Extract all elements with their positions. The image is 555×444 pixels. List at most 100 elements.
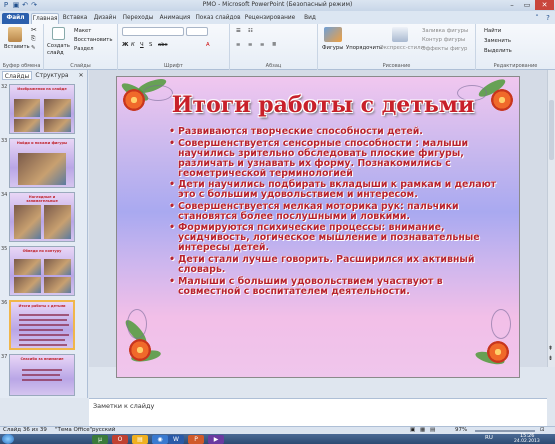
slide-counter: Слайд 36 из 39 (3, 427, 47, 433)
help-icon[interactable]: ? (544, 14, 552, 22)
scroll-thumb[interactable] (549, 100, 554, 160)
maximize-icon[interactable]: ▭ (520, 0, 534, 10)
quick-styles-icon[interactable] (392, 27, 408, 42)
bullet-item: Совершенствуется сенсорные способности :… (169, 138, 504, 179)
strikethrough-icon[interactable]: abc (158, 42, 168, 49)
fit-slide-icon[interactable]: ⊡ (540, 427, 545, 433)
quick-styles-button[interactable]: Экспресс-стили (380, 45, 424, 52)
zoom-slider[interactable] (475, 430, 535, 432)
paste-button[interactable]: Вставить (4, 44, 30, 51)
next-slide-icon[interactable]: ⇟ (548, 355, 553, 362)
font-color-icon[interactable]: A (206, 42, 210, 49)
notes-pane[interactable]: Заметки к слайду (89, 398, 547, 426)
select-button[interactable]: Выделить (484, 48, 512, 55)
new-slide-button[interactable]: Создать слайд (47, 43, 71, 57)
shape-fill-button[interactable]: Заливка фигуры (422, 28, 468, 35)
tab-transitions[interactable]: Переходы (121, 13, 155, 24)
language-indicator[interactable]: русский (92, 427, 115, 433)
zoom-level[interactable]: 97% (455, 427, 467, 433)
tab-animation[interactable]: Анимация (157, 13, 193, 24)
shadow-icon[interactable]: S (149, 42, 152, 49)
rose-icon (491, 89, 513, 111)
taskbar-app-icon[interactable]: ▶ (208, 435, 224, 444)
bullet-item: Дети научились подбирать вкладыши к рамк… (169, 180, 504, 200)
slide-thumbnail-37[interactable]: Спасибо за внимание (9, 354, 75, 396)
windows-taskbar: µ O ▤ ◉ W P ▶ RU 15:26 24.02.2013 (0, 434, 555, 444)
slide-canvas[interactable]: Итоги работы с детьми Развиваются творче… (116, 76, 520, 378)
find-button[interactable]: Найти (484, 28, 501, 35)
underline-icon[interactable]: Ч (140, 42, 144, 49)
paste-icon[interactable] (8, 27, 22, 42)
minimize-ribbon-icon[interactable]: ˄ (533, 14, 541, 22)
bullet-item: Развиваются творческие способности детей… (169, 127, 504, 138)
layout-button[interactable]: Макет (74, 28, 91, 35)
font-family-select[interactable] (122, 27, 184, 36)
theme-name[interactable]: "Тема Office" (55, 427, 92, 433)
prev-slide-icon[interactable]: ⇞ (548, 345, 553, 352)
bold-icon[interactable]: Ж (122, 42, 128, 49)
taskbar-folder-icon[interactable]: ▤ (132, 435, 148, 444)
justify-icon[interactable]: ≣ (272, 42, 276, 49)
align-center-icon[interactable]: ≡ (248, 42, 252, 49)
tab-review[interactable]: Рецензирование (243, 13, 297, 24)
align-left-icon[interactable]: ≡ (236, 42, 240, 49)
reset-button[interactable]: Восстановить (74, 37, 113, 44)
taskbar-powerpoint-icon[interactable]: P (188, 435, 204, 444)
tab-home[interactable]: Главная (31, 13, 59, 24)
slide-sorter-icon[interactable]: ▦ (420, 427, 425, 433)
normal-view-icon[interactable]: ▣ (410, 427, 415, 433)
close-pane-icon[interactable]: ✕ (76, 71, 86, 80)
group-paragraph: ☰ ☷ ≡ ≡ ≡ ≣ Абзац (230, 24, 318, 70)
tab-file[interactable]: Файл (2, 13, 29, 24)
shapes-button[interactable]: Фигуры (322, 45, 343, 52)
keyboard-language[interactable]: RU (485, 435, 493, 441)
numbering-icon[interactable]: ☷ (248, 28, 253, 35)
drawing-group-label: Рисование (382, 63, 411, 69)
section-button[interactable]: Раздел (74, 46, 94, 53)
tab-slides[interactable]: Слайды (2, 71, 32, 80)
shape-outline-button[interactable]: Контур фигуры (422, 37, 465, 44)
ribbon-tabs: Файл Главная Вставка Дизайн Переходы Ани… (0, 11, 555, 24)
replace-button[interactable]: Заменить (484, 38, 511, 45)
title-bar: P ▣ ↶ ↷ РМО - Microsoft PowerPoint (Безо… (0, 0, 555, 11)
tab-design[interactable]: Дизайн (91, 13, 119, 24)
bullets-icon[interactable]: ☰ (236, 28, 241, 35)
align-right-icon[interactable]: ≡ (260, 42, 264, 49)
thumb-number: 34 (1, 192, 8, 198)
tab-slideshow[interactable]: Показ слайдов (195, 13, 241, 24)
tab-outline[interactable]: Структура (34, 71, 70, 80)
close-icon[interactable]: ✕ (535, 0, 554, 10)
cut-icon[interactable]: ✂ (31, 27, 37, 34)
thumb-title: Найди и покажи фигуры (16, 141, 68, 145)
thumb-title: Наглядные и занимательные (26, 195, 58, 203)
bullet-item: Дети стали лучше говорить. Расширился их… (169, 254, 504, 275)
format-painter-icon[interactable]: ✎ (31, 45, 35, 52)
minimize-icon[interactable]: – (505, 0, 519, 10)
shapes-icon[interactable] (324, 27, 342, 42)
rose-icon (487, 341, 509, 363)
taskbar-word-icon[interactable]: W (168, 435, 184, 444)
arrange-button[interactable]: Упорядочить (346, 45, 382, 52)
bullet-list[interactable]: Развиваются творческие способности детей… (169, 127, 504, 298)
slide-thumbnail-32[interactable]: Изображения на слайде (9, 84, 75, 134)
italic-icon[interactable]: К (131, 42, 135, 49)
copy-icon[interactable]: ⎘ (31, 36, 35, 43)
group-drawing: Фигуры Упорядочить Экспресс-стили Заливк… (318, 24, 476, 70)
windows-start-icon[interactable] (2, 434, 14, 444)
reading-view-icon[interactable]: ▤ (430, 427, 435, 433)
slide-thumbnail-35[interactable]: Обведи по контуру (9, 246, 75, 296)
taskbar-opera-icon[interactable]: O (112, 435, 128, 444)
shape-effects-button[interactable]: Эффекты фигур (422, 46, 467, 53)
font-size-select[interactable] (186, 27, 208, 36)
tab-insert[interactable]: Вставка (61, 13, 89, 24)
slide-thumbnail-33[interactable]: Найди и покажи фигуры (9, 138, 75, 188)
group-slides: Создать слайд Макет Восстановить Раздел … (44, 24, 118, 70)
slide-thumbnail-36[interactable]: Итоги работы с детьми (9, 300, 75, 350)
tab-view[interactable]: Вид (299, 13, 321, 24)
slide-title[interactable]: Итоги работы с детьми (153, 92, 493, 118)
slide-thumbnail-34[interactable]: Наглядные и занимательные (9, 192, 75, 242)
vertical-scrollbar[interactable]: ⇞ ⇟ (547, 70, 555, 367)
decor-swirl (491, 309, 511, 339)
taskbar-torrent-icon[interactable]: µ (92, 435, 108, 444)
taskbar-chrome-icon[interactable]: ◉ (152, 435, 168, 444)
